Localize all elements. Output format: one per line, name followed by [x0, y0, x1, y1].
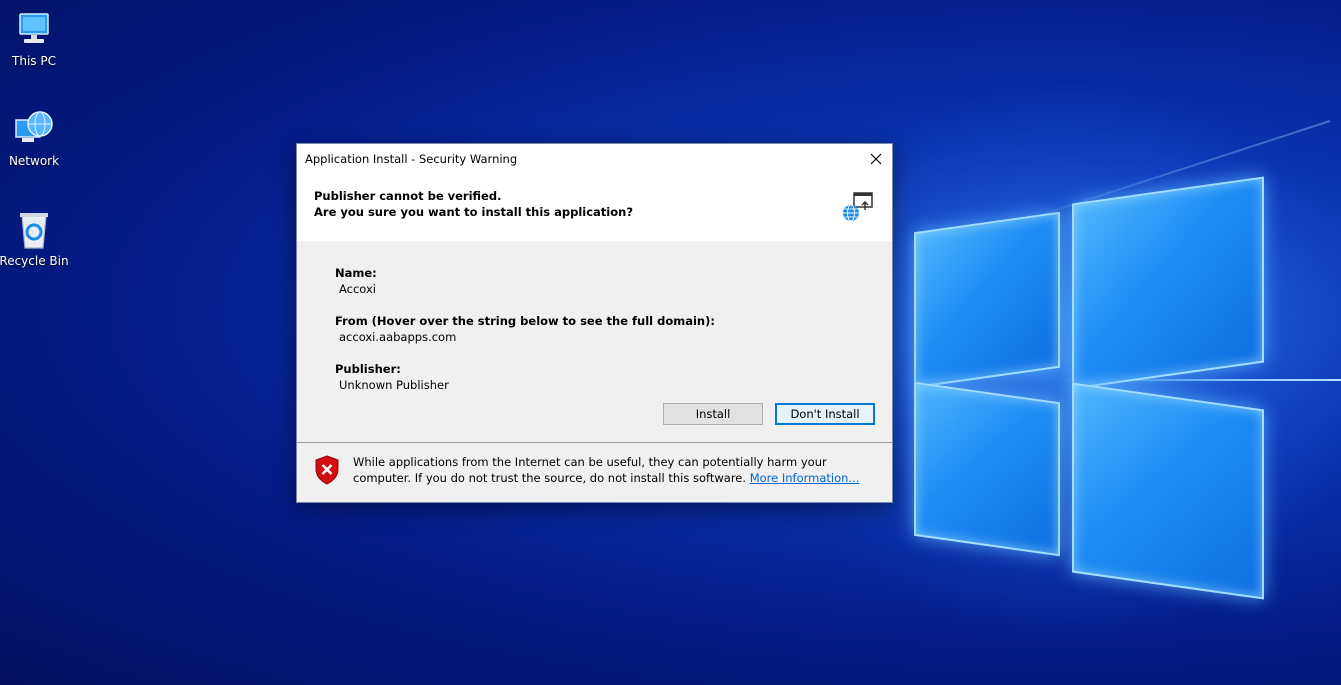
- desktop-icon-this-pc[interactable]: This PC: [0, 8, 70, 68]
- install-button[interactable]: Install: [663, 403, 763, 425]
- dont-install-button[interactable]: Don't Install: [775, 403, 875, 425]
- dialog-titlebar[interactable]: Application Install - Security Warning: [297, 144, 892, 174]
- header-warning-line1: Publisher cannot be verified.: [314, 189, 502, 203]
- wallpaper-logo-pane: [914, 211, 1060, 389]
- footer-warning: While applications from the Internet can…: [353, 454, 873, 486]
- from-label: From (Hover over the string below to see…: [335, 314, 715, 328]
- close-icon: [870, 153, 882, 165]
- more-information-link[interactable]: More Information...: [750, 471, 860, 485]
- desktop: This PC Network Recycle Bin Application …: [0, 0, 1341, 685]
- desktop-icon-recycle-bin[interactable]: Recycle Bin: [0, 208, 70, 268]
- name-label: Name:: [335, 266, 377, 280]
- computer-icon: [12, 8, 56, 52]
- desktop-icon-network[interactable]: Network: [0, 108, 70, 168]
- network-globe-icon: [12, 108, 56, 152]
- name-value: Accoxi: [339, 282, 376, 296]
- recycle-bin-icon: [12, 208, 56, 252]
- desktop-icon-label: Recycle Bin: [0, 254, 69, 268]
- desktop-icon-label: Network: [8, 154, 60, 168]
- close-button[interactable]: [860, 144, 892, 174]
- wallpaper-logo-pane: [1072, 176, 1264, 390]
- application-install-icon: [841, 192, 875, 224]
- wallpaper-logo-pane: [1072, 382, 1264, 600]
- security-warning-dialog: Application Install - Security Warning P…: [296, 143, 893, 503]
- dialog-title: Application Install - Security Warning: [305, 152, 518, 166]
- dialog-header: Publisher cannot be verified. Are you su…: [297, 174, 892, 241]
- desktop-icon-label: This PC: [12, 54, 56, 68]
- footer-divider: [297, 442, 892, 443]
- security-shield-icon: [314, 455, 340, 485]
- from-value[interactable]: accoxi.aabapps.com: [339, 330, 456, 344]
- header-warning-line2: Are you sure you want to install this ap…: [314, 205, 634, 219]
- publisher-value: Unknown Publisher: [339, 378, 449, 392]
- wallpaper-logo-pane: [914, 381, 1060, 557]
- publisher-label: Publisher:: [335, 362, 401, 376]
